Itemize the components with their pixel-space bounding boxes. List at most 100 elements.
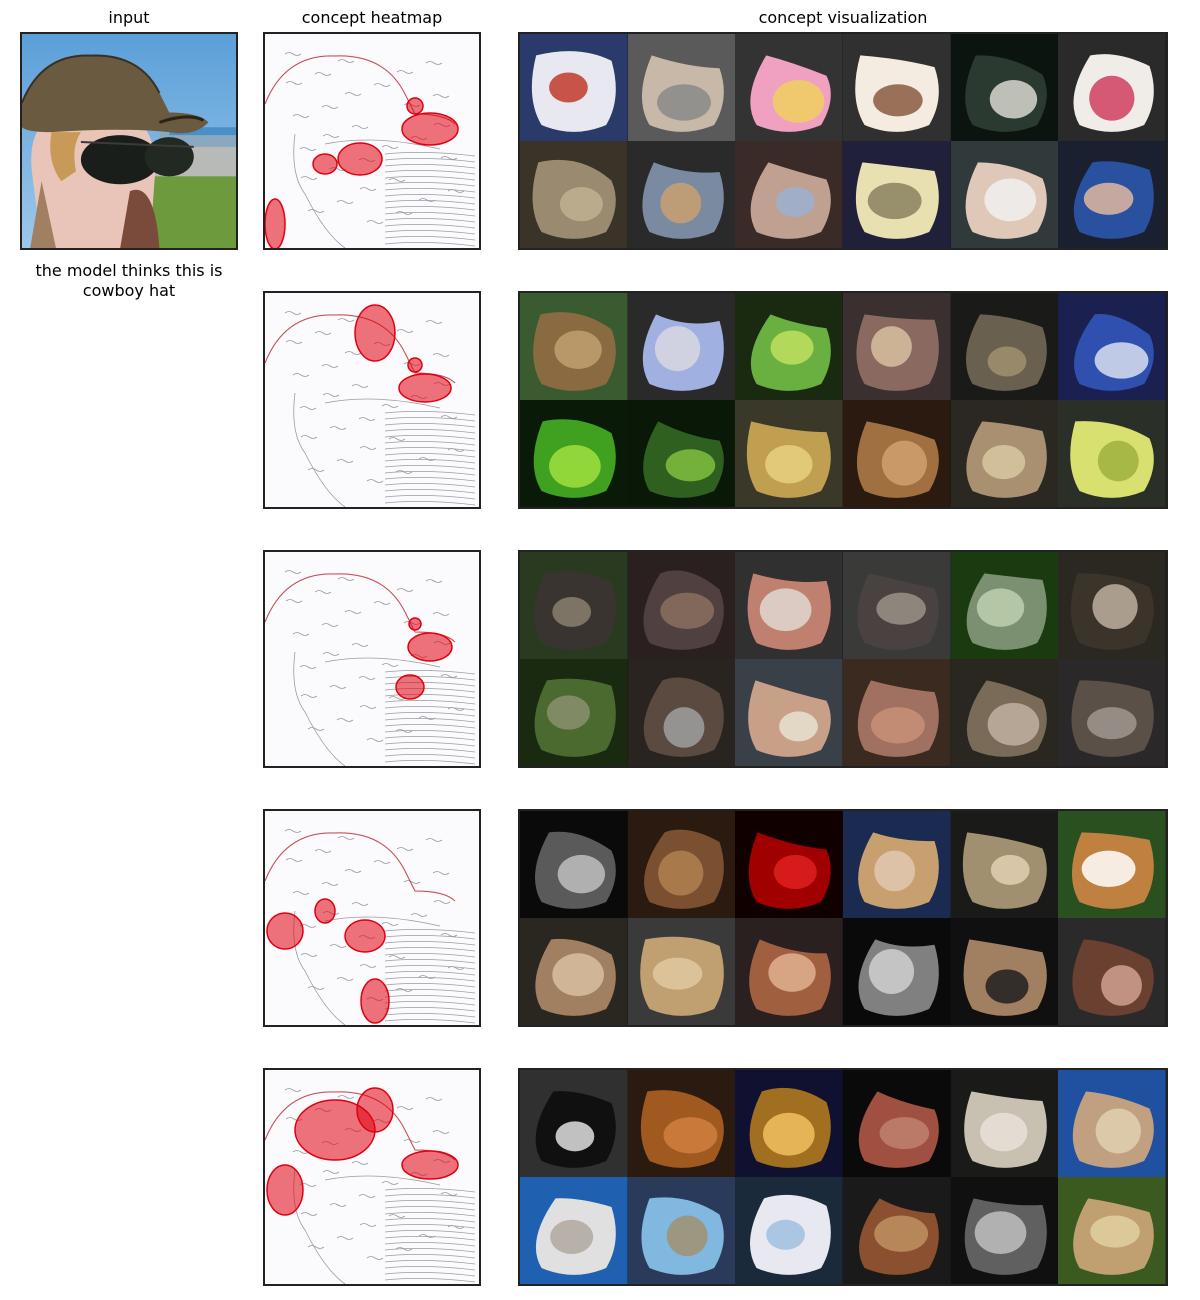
green-snake-icon <box>735 293 843 400</box>
concept-3-tile-9 <box>735 659 843 766</box>
concept-heatmap-3 <box>263 550 481 768</box>
concept-3-tile-1 <box>520 552 628 659</box>
concept-3-tile-6 <box>1058 552 1166 659</box>
concept-1-tile-11 <box>950 141 1059 248</box>
blonde-face-icon <box>842 811 951 918</box>
concept-heatmap-2 <box>263 291 481 509</box>
concept-1-tile-4 <box>842 34 951 141</box>
concept-5-tile-7 <box>520 1177 628 1284</box>
chair-seat-icon <box>627 34 736 141</box>
concept-visualization-2 <box>518 291 1168 509</box>
buffalo-horn-icon <box>627 552 736 659</box>
buffalo-herd-icon <box>1058 552 1166 659</box>
sneaker-icon <box>627 141 736 248</box>
yellow-coil-icon <box>1058 400 1166 507</box>
autumn-leaves-icon <box>627 1070 736 1177</box>
buffalo-legs-icon <box>627 659 736 766</box>
concept-2-tile-10 <box>842 400 951 507</box>
concept-4-tile-10 <box>842 918 951 1025</box>
heatmap-hat-and-face-icon <box>265 1070 479 1284</box>
concept-2-tile-11 <box>950 400 1059 507</box>
heatmap-sunglasses-icon <box>265 552 479 766</box>
concept-2-tile-5 <box>950 293 1059 400</box>
concept-3-tile-11 <box>950 659 1059 766</box>
concept-5-tile-3 <box>735 1070 843 1177</box>
heatmap-hat-band-icon <box>265 293 479 507</box>
floral-teapot-icon <box>1058 34 1166 141</box>
concept-2-tile-8 <box>627 400 736 507</box>
concept-2-tile-7 <box>520 400 628 507</box>
horn-closeup-icon <box>950 659 1059 766</box>
brown-hair-icon <box>627 811 736 918</box>
glasses-bw-icon <box>842 918 951 1025</box>
concept-5-tile-10 <box>842 1177 951 1284</box>
concept-3-tile-12 <box>1058 659 1166 766</box>
concept-3-tile-2 <box>627 552 736 659</box>
rope-knot-white-icon <box>950 1070 1059 1177</box>
concept-heatmap-1 <box>263 32 481 250</box>
heatmap-hat-band-sunglasses-icon <box>265 34 479 248</box>
concept-1-tile-6 <box>1058 34 1166 141</box>
input-image <box>20 32 238 250</box>
temple-spires-icon <box>627 1177 736 1284</box>
white-tower-icon <box>520 1177 628 1284</box>
curled-horn-icon <box>1058 659 1166 766</box>
woven-hat-icon <box>520 141 628 248</box>
input-column-title: input <box>108 8 150 27</box>
heatmap-column-title: concept heatmap <box>301 8 443 27</box>
concept-4-tile-5 <box>950 811 1059 918</box>
beagle-icon <box>1058 811 1166 918</box>
shell-on-grass-icon <box>520 293 628 400</box>
child-sunglasses-icon <box>950 141 1059 248</box>
concept-4-tile-12 <box>1058 918 1166 1025</box>
dark-hat-brim-icon <box>950 34 1059 141</box>
concept-4-tile-4 <box>842 811 951 918</box>
concept-1-tile-5 <box>950 34 1059 141</box>
green-scales-icon <box>627 400 736 507</box>
concept-5-tile-8 <box>627 1177 736 1284</box>
concept-3-tile-7 <box>520 659 628 766</box>
hat-brim-dark-icon <box>842 141 951 248</box>
yellow-snake-icon <box>735 400 843 507</box>
concept-5-tile-6 <box>1058 1070 1166 1177</box>
visualization-column-title: concept visualization <box>758 8 928 27</box>
grad-sunglasses-icon <box>950 918 1059 1025</box>
golden-stupa-icon <box>735 1070 843 1177</box>
concept-2-tile-9 <box>735 400 843 507</box>
photo-woman-straw-hat-sunglasses-icon <box>22 34 236 248</box>
crab-closeup-icon <box>842 1177 951 1284</box>
coiled-python-icon <box>842 293 951 400</box>
buffalo-field-icon <box>520 659 628 766</box>
red-shell-icon <box>842 1070 951 1177</box>
concept-3-tile-4 <box>842 552 951 659</box>
concept-4-tile-7 <box>520 918 628 1025</box>
green-python-icon <box>520 400 628 507</box>
chain-knot-bw-icon <box>950 1177 1059 1284</box>
prediction-caption: the model thinks this is cowboy hat <box>35 261 223 300</box>
face-closeup-icon <box>950 811 1059 918</box>
concept-1-tile-7 <box>520 141 628 248</box>
concept-4-tile-8 <box>627 918 736 1025</box>
concept-visualization-3 <box>518 550 1168 768</box>
profile-bw-icon <box>520 811 628 918</box>
buffalo-head-icon <box>842 552 951 659</box>
straw-hat-hair-icon <box>627 918 736 1025</box>
concept-5-tile-1 <box>520 1070 628 1177</box>
concept-4-tile-6 <box>1058 811 1166 918</box>
concept-2-tile-2 <box>627 293 736 400</box>
concept-2-tile-3 <box>735 293 843 400</box>
concept-1-tile-9 <box>735 141 843 248</box>
concept-1-tile-2 <box>627 34 736 141</box>
concept-2-tile-12 <box>1058 400 1166 507</box>
hand-snake-icon <box>842 400 951 507</box>
buffalo-icon <box>520 552 628 659</box>
concept-5-tile-5 <box>950 1070 1059 1177</box>
buffalo-statue-icon <box>950 552 1059 659</box>
elephant-skin-icon <box>842 659 951 766</box>
concept-5-tile-4 <box>842 1070 951 1177</box>
concept-5-tile-2 <box>627 1070 736 1177</box>
concept-heatmap-4 <box>263 809 481 1027</box>
patterned-slippers-icon <box>520 34 628 141</box>
concept-2-tile-6 <box>1058 293 1166 400</box>
butterfly-bibs-icon <box>735 34 843 141</box>
